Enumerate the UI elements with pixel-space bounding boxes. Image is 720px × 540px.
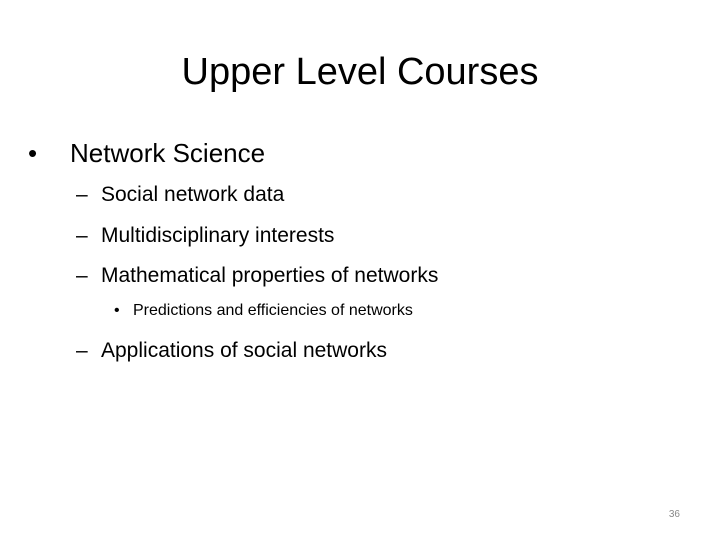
bullet-text: Applications of social networks: [101, 339, 387, 362]
bullet-marker: •: [28, 138, 38, 168]
dash-marker: –: [76, 183, 88, 206]
bullet-text: Network Science: [70, 138, 266, 168]
dash-marker: –: [76, 224, 88, 247]
bullet-marker: •: [114, 302, 120, 319]
bullet-text: Multidisciplinary interests: [101, 224, 335, 247]
dash-marker: –: [76, 339, 88, 362]
bullet-text: Predictions and efficiencies of networks: [133, 302, 413, 319]
page-number: 36: [668, 509, 680, 520]
dash-marker: –: [76, 264, 88, 287]
slide: Upper Level Courses • Network Science – …: [0, 0, 720, 540]
bullet-text: Social network data: [101, 183, 285, 206]
slide-title: Upper Level Courses: [181, 51, 539, 93]
bullet-text: Mathematical properties of networks: [101, 264, 439, 287]
